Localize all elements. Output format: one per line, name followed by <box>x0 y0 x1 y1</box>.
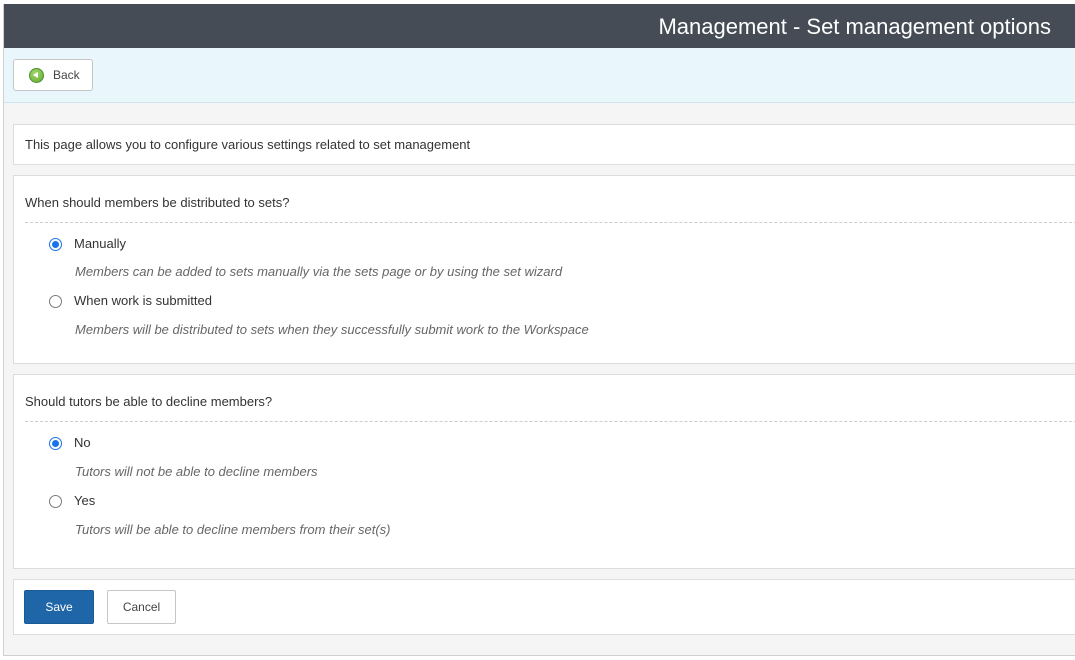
distribution-panel: When should members be distributed to se… <box>13 175 1075 364</box>
actions-panel: Save Cancel <box>13 579 1075 635</box>
option-description: Tutors will not be able to decline membe… <box>75 464 318 479</box>
radio-label-manually[interactable]: Manually <box>74 236 126 251</box>
option-description: Members can be added to sets manually vi… <box>75 264 563 279</box>
decline-panel: Should tutors be able to decline members… <box>13 374 1075 569</box>
cancel-button[interactable]: Cancel <box>107 590 176 624</box>
page-header: Management - Set management options <box>4 4 1075 48</box>
intro-text: This page allows you to configure variou… <box>25 137 471 152</box>
save-button[interactable]: Save <box>24 590 94 624</box>
option-description: Tutors will be able to decline members f… <box>75 522 391 537</box>
option-description: Members will be distributed to sets when… <box>75 322 589 337</box>
page-title: Management - Set management options <box>658 14 1051 39</box>
radio-no[interactable] <box>49 437 62 450</box>
intro-panel: This page allows you to configure variou… <box>13 124 1075 165</box>
toolbar: Back <box>4 48 1075 103</box>
distribution-question: When should members be distributed to se… <box>25 195 290 210</box>
radio-manually[interactable] <box>49 238 62 251</box>
divider <box>25 222 1075 223</box>
radio-label-when-work-submitted[interactable]: When work is submitted <box>74 293 212 308</box>
radio-label-no[interactable]: No <box>74 435 91 450</box>
app-window: Management - Set management options Back… <box>3 4 1075 656</box>
back-arrow-icon <box>29 68 44 83</box>
decline-question: Should tutors be able to decline members… <box>25 394 273 409</box>
radio-yes[interactable] <box>49 495 62 508</box>
back-button[interactable]: Back <box>13 59 93 91</box>
radio-when-work-submitted[interactable] <box>49 295 62 308</box>
back-button-label: Back <box>53 68 80 82</box>
radio-label-yes[interactable]: Yes <box>74 493 95 508</box>
divider <box>25 421 1075 422</box>
